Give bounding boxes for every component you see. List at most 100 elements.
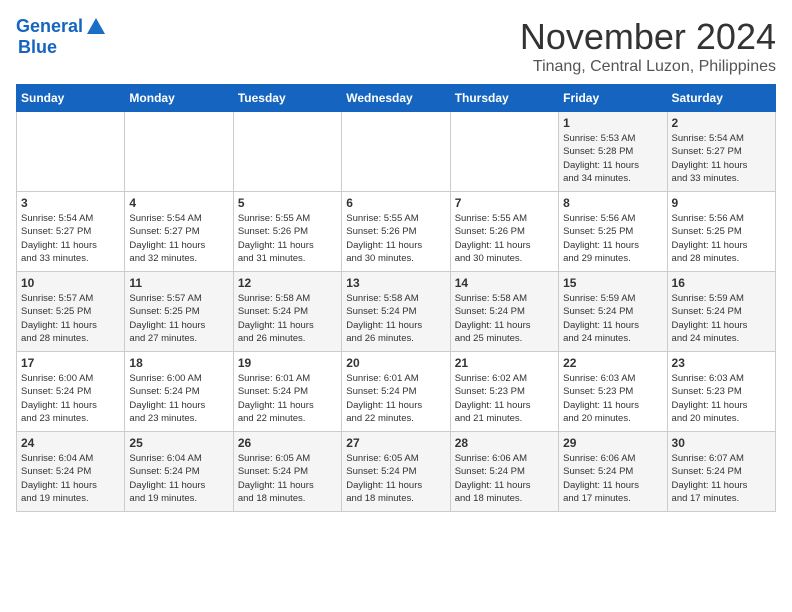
day-number: 14 [455,276,554,290]
day-info: Sunrise: 6:05 AM Sunset: 5:24 PM Dayligh… [346,452,445,505]
calendar-cell: 3 Sunrise: 5:54 AM Sunset: 5:27 PM Daylig… [17,192,125,272]
calendar-cell [450,112,558,192]
day-info: Sunrise: 6:01 AM Sunset: 5:24 PM Dayligh… [238,372,337,425]
day-number: 13 [346,276,445,290]
calendar-cell: 4 Sunrise: 5:54 AM Sunset: 5:27 PM Daylig… [125,192,233,272]
calendar-cell: 12Sunrise: 5:58 AM Sunset: 5:24 PM Dayli… [233,272,341,352]
day-info: Sunrise: 5:55 AM Sunset: 5:26 PM Dayligh… [238,212,337,265]
calendar-cell [125,112,233,192]
day-info: Sunrise: 5:59 AM Sunset: 5:24 PM Dayligh… [563,292,662,345]
calendar-cell: 8Sunrise: 5:56 AM Sunset: 5:25 PM Daylig… [559,192,667,272]
day-number: 10 [21,276,120,290]
calendar-cell: 26Sunrise: 6:05 AM Sunset: 5:24 PM Dayli… [233,432,341,512]
day-info: Sunrise: 6:03 AM Sunset: 5:23 PM Dayligh… [672,372,771,425]
day-number: 18 [129,356,228,370]
day-info: Sunrise: 5:56 AM Sunset: 5:25 PM Dayligh… [563,212,662,265]
day-number: 9 [672,196,771,210]
weekday-header: Monday [125,85,233,112]
day-info: Sunrise: 5:53 AM Sunset: 5:28 PM Dayligh… [563,132,662,185]
calendar-week-row: 24 Sunrise: 6:04 AM Sunset: 5:24 PM Dayli… [17,432,776,512]
calendar-cell [17,112,125,192]
day-info: Sunrise: 6:02 AM Sunset: 5:23 PM Dayligh… [455,372,554,425]
day-info: Sunrise: 5:58 AM Sunset: 5:24 PM Dayligh… [346,292,445,345]
day-info: Sunrise: 5:55 AM Sunset: 5:26 PM Dayligh… [346,212,445,265]
day-number: 4 [129,196,228,210]
day-info: Sunrise: 6:00 AM Sunset: 5:24 PM Dayligh… [21,372,120,425]
calendar-cell: 11Sunrise: 5:57 AM Sunset: 5:25 PM Dayli… [125,272,233,352]
day-number: 2 [672,116,771,130]
day-number: 15 [563,276,662,290]
day-number: 3 [21,196,120,210]
day-number: 20 [346,356,445,370]
day-number: 16 [672,276,771,290]
day-number: 30 [672,436,771,450]
calendar-cell: 14 Sunrise: 5:58 AM Sunset: 5:24 PM Dayli… [450,272,558,352]
weekday-header: Wednesday [342,85,450,112]
logo-icon [85,16,107,38]
calendar-cell: 13 Sunrise: 5:58 AM Sunset: 5:24 PM Dayli… [342,272,450,352]
calendar-cell: 27 Sunrise: 6:05 AM Sunset: 5:24 PM Dayli… [342,432,450,512]
calendar-week-row: 3 Sunrise: 5:54 AM Sunset: 5:27 PM Daylig… [17,192,776,272]
calendar-cell: 1 Sunrise: 5:53 AM Sunset: 5:28 PM Daylig… [559,112,667,192]
weekday-header: Thursday [450,85,558,112]
calendar-cell: 30 Sunrise: 6:07 AM Sunset: 5:24 PM Dayli… [667,432,775,512]
weekday-header: Tuesday [233,85,341,112]
calendar-cell: 15 Sunrise: 5:59 AM Sunset: 5:24 PM Dayli… [559,272,667,352]
title-block: November 2024 Tinang, Central Luzon, Phi… [520,16,776,76]
calendar-cell [342,112,450,192]
day-number: 11 [129,276,228,290]
calendar-cell: 19 Sunrise: 6:01 AM Sunset: 5:24 PM Dayli… [233,352,341,432]
day-number: 1 [563,116,662,130]
day-number: 5 [238,196,337,210]
logo-blue-text: Blue [18,38,57,58]
logo: General Blue [16,16,107,58]
calendar-table: SundayMondayTuesdayWednesdayThursdayFrid… [16,84,776,512]
calendar-cell: 20 Sunrise: 6:01 AM Sunset: 5:24 PM Dayli… [342,352,450,432]
weekday-header: Friday [559,85,667,112]
location: Tinang, Central Luzon, Philippines [520,58,776,76]
calendar-cell: 5 Sunrise: 5:55 AM Sunset: 5:26 PM Daylig… [233,192,341,272]
calendar-cell: 16 Sunrise: 5:59 AM Sunset: 5:24 PM Dayli… [667,272,775,352]
page-header: General Blue November 2024 Tinang, Centr… [16,16,776,76]
day-number: 22 [563,356,662,370]
calendar-cell: 9 Sunrise: 5:56 AM Sunset: 5:25 PM Daylig… [667,192,775,272]
calendar-cell: 28Sunrise: 6:06 AM Sunset: 5:24 PM Dayli… [450,432,558,512]
calendar-cell: 21 Sunrise: 6:02 AM Sunset: 5:23 PM Dayli… [450,352,558,432]
day-number: 26 [238,436,337,450]
calendar-cell: 17 Sunrise: 6:00 AM Sunset: 5:24 PM Dayli… [17,352,125,432]
weekday-header: Saturday [667,85,775,112]
day-info: Sunrise: 6:01 AM Sunset: 5:24 PM Dayligh… [346,372,445,425]
calendar-cell: 24 Sunrise: 6:04 AM Sunset: 5:24 PM Dayli… [17,432,125,512]
month-title: November 2024 [520,16,776,58]
calendar-week-row: 1 Sunrise: 5:53 AM Sunset: 5:28 PM Daylig… [17,112,776,192]
calendar-cell: 2 Sunrise: 5:54 AM Sunset: 5:27 PM Daylig… [667,112,775,192]
calendar-cell: 6 Sunrise: 5:55 AM Sunset: 5:26 PM Daylig… [342,192,450,272]
weekday-header: Sunday [17,85,125,112]
day-number: 7 [455,196,554,210]
logo-text: General [16,17,83,37]
day-info: Sunrise: 6:07 AM Sunset: 5:24 PM Dayligh… [672,452,771,505]
day-info: Sunrise: 5:55 AM Sunset: 5:26 PM Dayligh… [455,212,554,265]
day-info: Sunrise: 6:06 AM Sunset: 5:24 PM Dayligh… [563,452,662,505]
day-info: Sunrise: 6:03 AM Sunset: 5:23 PM Dayligh… [563,372,662,425]
day-info: Sunrise: 5:54 AM Sunset: 5:27 PM Dayligh… [21,212,120,265]
day-number: 19 [238,356,337,370]
day-info: Sunrise: 5:54 AM Sunset: 5:27 PM Dayligh… [129,212,228,265]
calendar-cell: 10Sunrise: 5:57 AM Sunset: 5:25 PM Dayli… [17,272,125,352]
day-info: Sunrise: 6:04 AM Sunset: 5:24 PM Dayligh… [21,452,120,505]
day-info: Sunrise: 5:56 AM Sunset: 5:25 PM Dayligh… [672,212,771,265]
day-number: 6 [346,196,445,210]
day-info: Sunrise: 6:06 AM Sunset: 5:24 PM Dayligh… [455,452,554,505]
day-info: Sunrise: 5:58 AM Sunset: 5:24 PM Dayligh… [455,292,554,345]
day-number: 21 [455,356,554,370]
calendar-cell: 29Sunrise: 6:06 AM Sunset: 5:24 PM Dayli… [559,432,667,512]
day-info: Sunrise: 5:59 AM Sunset: 5:24 PM Dayligh… [672,292,771,345]
calendar-cell [233,112,341,192]
day-number: 27 [346,436,445,450]
calendar-cell: 22 Sunrise: 6:03 AM Sunset: 5:23 PM Dayli… [559,352,667,432]
calendar-cell: 18Sunrise: 6:00 AM Sunset: 5:24 PM Dayli… [125,352,233,432]
day-number: 24 [21,436,120,450]
day-number: 23 [672,356,771,370]
day-number: 17 [21,356,120,370]
day-info: Sunrise: 5:54 AM Sunset: 5:27 PM Dayligh… [672,132,771,185]
